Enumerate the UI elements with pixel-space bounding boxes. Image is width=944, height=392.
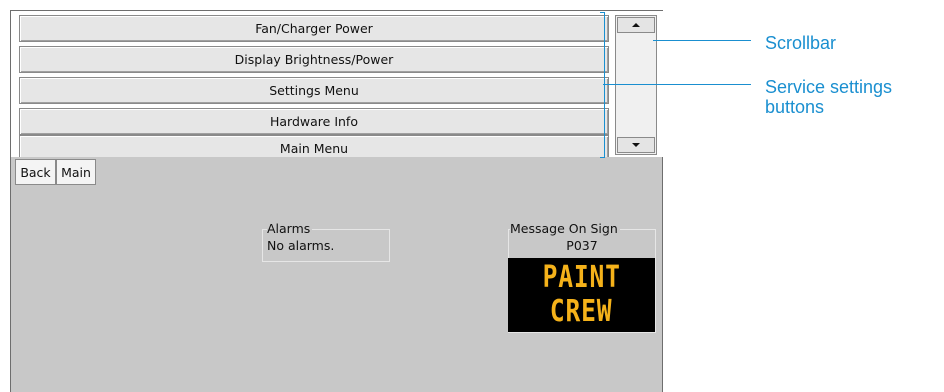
main-button[interactable]: Main — [56, 159, 96, 185]
alarms-title: Alarms — [267, 221, 313, 236]
service-settings-callout-line — [603, 84, 751, 85]
scroll-up-button[interactable] — [617, 17, 655, 33]
sign-code: P037 — [566, 238, 598, 253]
service-settings-bracket — [600, 12, 605, 158]
main-menu-button[interactable]: Main Menu — [19, 135, 609, 157]
service-settings-list: Fan/Charger Power Display Brightness/Pow… — [11, 11, 664, 157]
service-panel: Fan/Charger Power Display Brightness/Pow… — [10, 10, 664, 392]
service-settings-annotation-line-2: buttons — [765, 97, 825, 117]
settings-menu-button[interactable]: Settings Menu — [19, 77, 609, 104]
message-on-sign-title: Message On Sign — [510, 221, 620, 236]
fan-charger-power-button[interactable]: Fan/Charger Power — [19, 15, 609, 42]
alarms-text: No alarms. — [267, 238, 335, 253]
arrow-down-icon — [632, 143, 640, 147]
back-button[interactable]: Back — [15, 159, 56, 185]
hardware-info-button[interactable]: Hardware Info — [19, 108, 609, 135]
sign-line-1: PAINT — [542, 260, 621, 295]
scrollbar[interactable] — [615, 15, 657, 155]
sign-display: PAINT CREW — [508, 258, 655, 332]
sign-line-2: CREW — [550, 294, 613, 329]
arrow-up-icon — [632, 23, 640, 27]
service-settings-annotation-line-1: Service settings — [765, 77, 893, 97]
scrollbar-callout-line — [653, 40, 751, 41]
scroll-down-button[interactable] — [617, 137, 655, 153]
scrollbar-annotation: Scrollbar — [765, 33, 837, 53]
display-brightness-power-button[interactable]: Display Brightness/Power — [19, 46, 609, 73]
